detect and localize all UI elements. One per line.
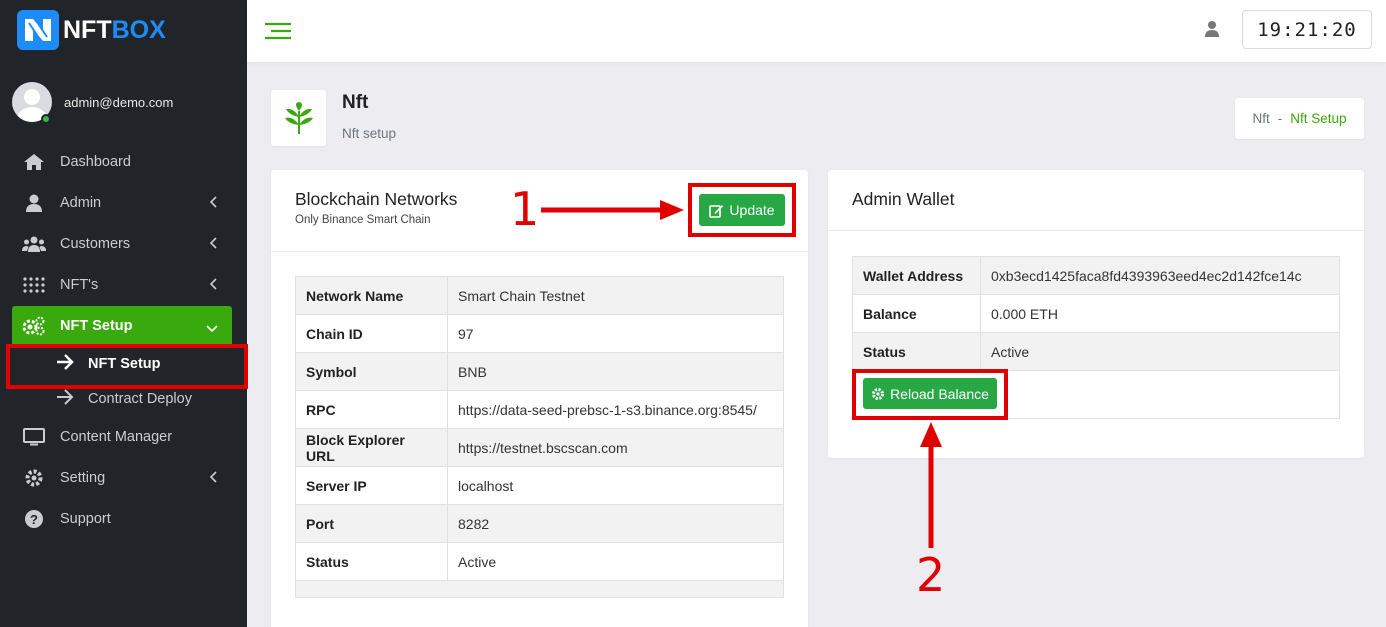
row-key: Wallet Address <box>852 256 981 295</box>
sidebar-item-setting[interactable]: Setting <box>12 458 232 498</box>
sidebar-item-nft-setup[interactable]: NFT Setup <box>12 306 232 346</box>
chevron-left-icon <box>209 278 218 294</box>
sidebar: NFTBOX admin@demo.com Dashboard Admin Cu… <box>0 0 247 627</box>
row-key: Server IP <box>295 466 448 505</box>
sidebar-item-support[interactable]: ? Support <box>12 499 232 539</box>
online-status-dot <box>41 114 51 124</box>
row-key: Status <box>852 332 981 371</box>
gears-icon <box>22 316 46 336</box>
row-value: Active <box>980 332 1340 371</box>
gear-icon <box>22 468 46 488</box>
user-email: admin@demo.com <box>64 94 174 110</box>
row-value: Smart Chain Testnet <box>447 276 784 315</box>
table-row: Port 8282 <box>295 504 784 543</box>
annotation-number-1: 1 <box>510 182 540 236</box>
brand-part-2: BOX <box>111 15 166 44</box>
sidebar-item-label: NFT's <box>60 277 99 293</box>
sidebar-item-customers[interactable]: Customers <box>12 224 232 264</box>
row-key: Balance <box>852 294 981 333</box>
users-icon <box>22 234 46 254</box>
sidebar-item-label: Dashboard <box>60 154 131 170</box>
breadcrumb-current: Nft Setup <box>1290 111 1347 126</box>
sidebar-item-dashboard[interactable]: Dashboard <box>12 142 232 182</box>
user-profile[interactable]: admin@demo.com <box>12 82 173 122</box>
home-icon <box>22 152 46 172</box>
topbar: 19:21:20 <box>247 0 1386 62</box>
row-key: Symbol <box>295 352 448 391</box>
row-key: Block Explorer URL <box>295 428 448 467</box>
card-title: Admin Wallet <box>852 189 955 209</box>
row-key: Port <box>295 504 448 543</box>
user-menu-icon[interactable] <box>1204 20 1220 43</box>
table-row: Block Explorer URL https://testnet.bscsca… <box>295 428 784 467</box>
row-key: Network Name <box>295 276 448 315</box>
page-subtitle: Nft setup <box>342 126 397 141</box>
brand-name: NFTBOX <box>63 16 166 45</box>
sidebar-item-label: Admin <box>60 195 102 211</box>
sidebar-item-label: NFT Setup <box>60 318 133 334</box>
card-subtitle: Only Binance Smart Chain <box>295 214 431 226</box>
row-key: RPC <box>295 390 448 429</box>
network-details-table: Network Name Smart Chain Testnet Chain ID… <box>295 276 784 598</box>
row-value: BNB <box>447 352 784 391</box>
table-row: RPC https://data-seed-prebsc-1-s3.binance… <box>295 390 784 429</box>
grid-dots-icon <box>22 275 46 295</box>
blockchain-networks-card: Blockchain Networks Only Binance Smart C… <box>271 170 808 627</box>
arrow-right-icon <box>56 389 74 409</box>
table-row: Balance 0.000 ETH <box>852 294 1340 333</box>
sidebar-item-admin[interactable]: Admin <box>12 183 232 223</box>
sidebar-item-label: Support <box>60 511 111 527</box>
menu-toggle-icon[interactable] <box>263 21 293 41</box>
sidebar-item-label: Content Manager <box>60 429 173 445</box>
row-value: https://testnet.bscscan.com <box>447 428 784 467</box>
logo-mark-icon <box>17 10 59 50</box>
brand-part-1: NFT <box>63 15 112 44</box>
table-row: Status Active <box>852 332 1340 371</box>
empty-cell <box>295 580 784 598</box>
chevron-left-icon <box>209 471 218 487</box>
chevron-left-icon <box>209 196 218 212</box>
card-title: Blockchain Networks <box>295 189 458 209</box>
table-row-empty <box>295 580 784 598</box>
monitor-icon <box>22 427 46 447</box>
leaf-icon <box>271 90 326 146</box>
page-title: Nft <box>342 92 369 113</box>
table-row: Status Active <box>295 542 784 581</box>
row-value: 0.000 ETH <box>980 294 1340 333</box>
table-row: Server IP localhost <box>295 466 784 505</box>
digital-clock: 19:21:20 <box>1242 10 1372 49</box>
row-value: 97 <box>447 314 784 353</box>
sidebar-subitem-label: Contract Deploy <box>88 391 192 407</box>
annotation-highlight-nft-setup <box>6 344 248 389</box>
row-key: Status <box>295 542 448 581</box>
chevron-left-icon <box>209 237 218 253</box>
breadcrumb-parent[interactable]: Nft <box>1252 111 1269 126</box>
row-value: 0xb3ecd1425faca8fd4393963eed4ec2d142fce1… <box>980 256 1340 295</box>
table-row: Chain ID 97 <box>295 314 784 353</box>
row-value: Active <box>447 542 784 581</box>
svg-text:?: ? <box>30 512 38 527</box>
breadcrumb: Nft - Nft Setup <box>1235 98 1364 139</box>
row-value: localhost <box>447 466 784 505</box>
breadcrumb-separator: - <box>1277 111 1283 126</box>
user-icon <box>22 193 46 213</box>
table-row: Wallet Address 0xb3ecd1425faca8fd4393963e… <box>852 256 1340 295</box>
annotation-highlight-update <box>688 183 796 237</box>
question-icon: ? <box>22 509 46 529</box>
row-value: 8282 <box>447 504 784 543</box>
row-value: https://data-seed-prebsc-1-s3.binance.or… <box>447 390 784 429</box>
sidebar-item-nfts[interactable]: NFT's <box>12 265 232 305</box>
annotation-number-2: 2 <box>916 548 946 602</box>
chevron-down-icon <box>206 321 218 337</box>
sidebar-item-label: Setting <box>60 470 106 486</box>
table-row: Network Name Smart Chain Testnet <box>295 276 784 315</box>
brand-logo[interactable]: NFTBOX <box>17 10 166 50</box>
annotation-highlight-reload <box>852 369 1008 420</box>
sidebar-item-label: Customers <box>60 236 131 252</box>
sidebar-item-content-manager[interactable]: Content Manager <box>12 417 232 457</box>
table-row: Symbol BNB <box>295 352 784 391</box>
row-key: Chain ID <box>295 314 448 353</box>
